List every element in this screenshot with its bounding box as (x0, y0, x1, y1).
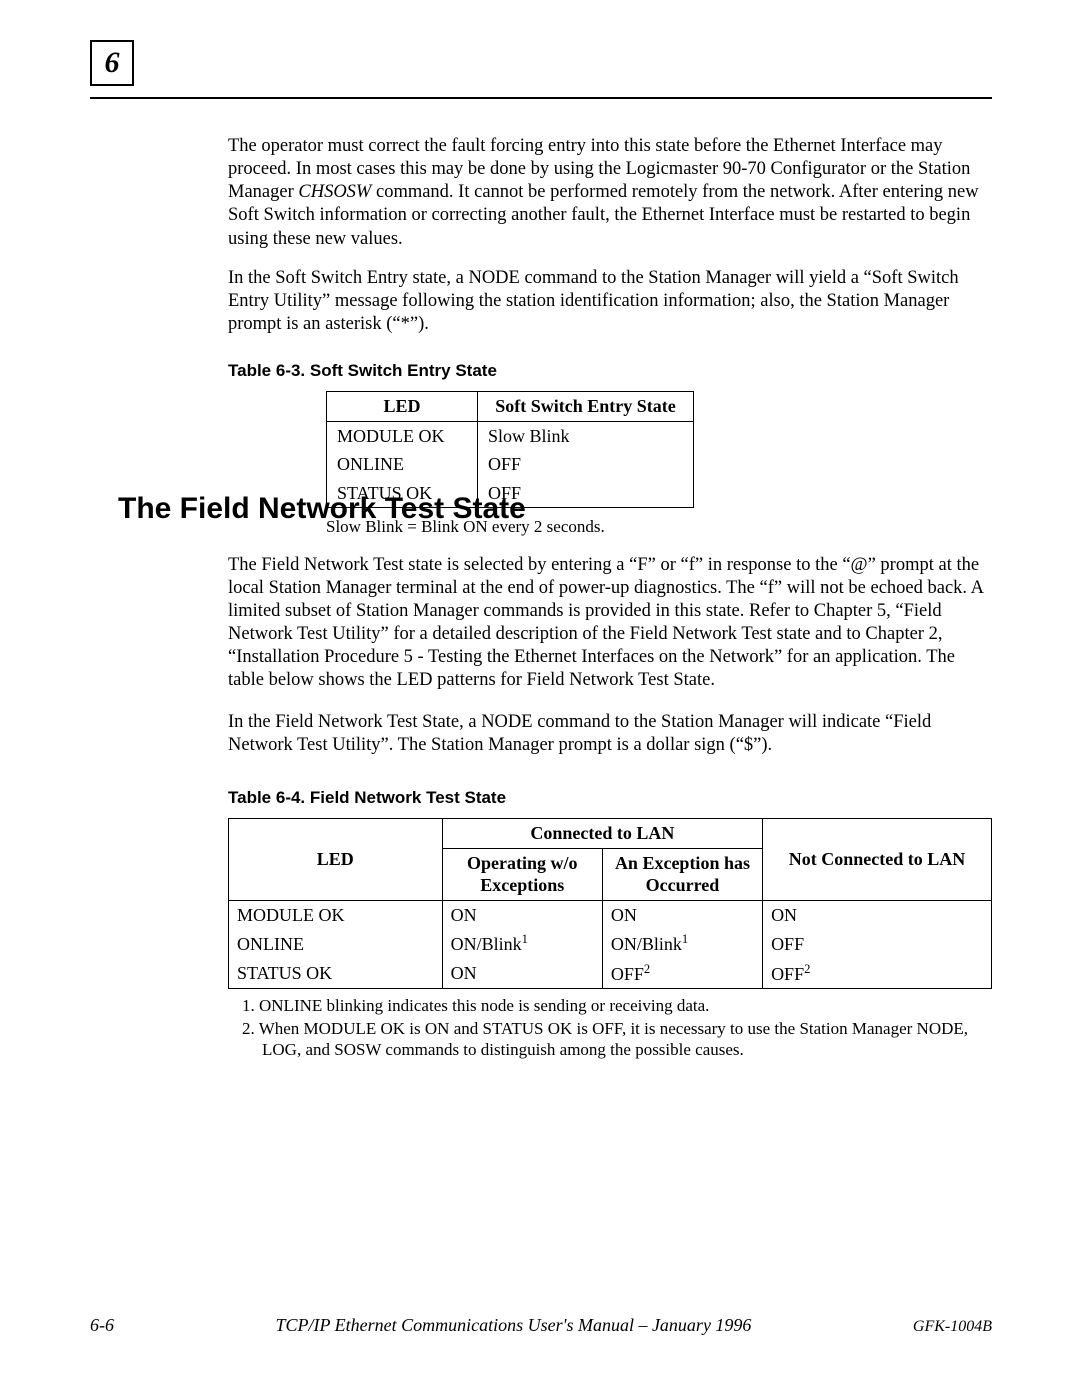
footnote-1: 1. ONLINE blinking indicates this node i… (228, 995, 992, 1016)
t64-header-exception: An Exception has Occurred (602, 848, 762, 900)
t63-r2c2: OFF (478, 450, 694, 479)
footer-page-number: 6-6 (90, 1314, 114, 1337)
t64-header-notconnected: Not Connected to LAN (763, 819, 992, 901)
main-content: The operator must correct the fault forc… (228, 135, 992, 538)
t63-header-led: LED (327, 392, 478, 422)
t64-header-connected: Connected to LAN (442, 819, 762, 849)
table-row: MODULE OK Slow Blink (327, 421, 694, 450)
t63-r1c1: MODULE OK (327, 421, 478, 450)
paragraph-1: The operator must correct the fault forc… (228, 135, 992, 251)
t64-header-operating: Operating w/o Exceptions (442, 848, 602, 900)
table-cell: MODULE OK (229, 900, 443, 929)
chapter-number-box: 6 (90, 40, 134, 86)
table-row: ONLINE OFF (327, 450, 694, 479)
table-6-4: LED Connected to LAN Not Connected to LA… (228, 818, 992, 989)
table-row: MODULE OKONONON (229, 900, 992, 929)
t64-header-led: LED (229, 819, 443, 901)
table-row: STATUS OKONOFF2OFF2 (229, 959, 992, 989)
table-6-3-caption: Table 6-3. Soft Switch Entry State (228, 360, 992, 381)
table-cell: ON/Blink1 (442, 929, 602, 959)
table-cell: ON (442, 900, 602, 929)
table-row: ONLINEON/Blink1ON/Blink1OFF (229, 929, 992, 959)
footer: 6-6 TCP/IP Ethernet Communications User'… (90, 1314, 992, 1337)
footer-title: TCP/IP Ethernet Communications User's Ma… (114, 1314, 913, 1337)
t64-footnotes: 1. ONLINE blinking indicates this node i… (228, 995, 992, 1060)
chapter-number: 6 (105, 44, 120, 82)
para1-italic: CHSOSW (298, 182, 371, 202)
paragraph-3: The Field Network Test state is selected… (228, 554, 992, 693)
t63-r1c2: Slow Blink (478, 421, 694, 450)
t63-r2c1: ONLINE (327, 450, 478, 479)
paragraph-2: In the Soft Switch Entry state, a NODE c… (228, 267, 992, 336)
footer-doc-id: GFK-1004B (913, 1317, 992, 1337)
table-6-4-caption: Table 6-4. Field Network Test State (228, 787, 992, 808)
table-cell: ONLINE (229, 929, 443, 959)
table-cell: OFF2 (763, 959, 992, 989)
table-cell: OFF (763, 929, 992, 959)
header-rule (90, 97, 992, 99)
t63-header-state: Soft Switch Entry State (478, 392, 694, 422)
section-block: The Field Network Test State The Field N… (118, 490, 992, 1061)
table-cell: ON (602, 900, 762, 929)
paragraph-4: In the Field Network Test State, a NODE … (228, 711, 992, 757)
table-cell: ON (442, 959, 602, 989)
table-cell: OFF2 (602, 959, 762, 989)
section-heading: The Field Network Test State (118, 490, 992, 528)
table-cell: ON (763, 900, 992, 929)
table-cell: ON/Blink1 (602, 929, 762, 959)
footnote-2: 2. When MODULE OK is ON and STATUS OK is… (228, 1018, 992, 1061)
table-cell: STATUS OK (229, 959, 443, 989)
